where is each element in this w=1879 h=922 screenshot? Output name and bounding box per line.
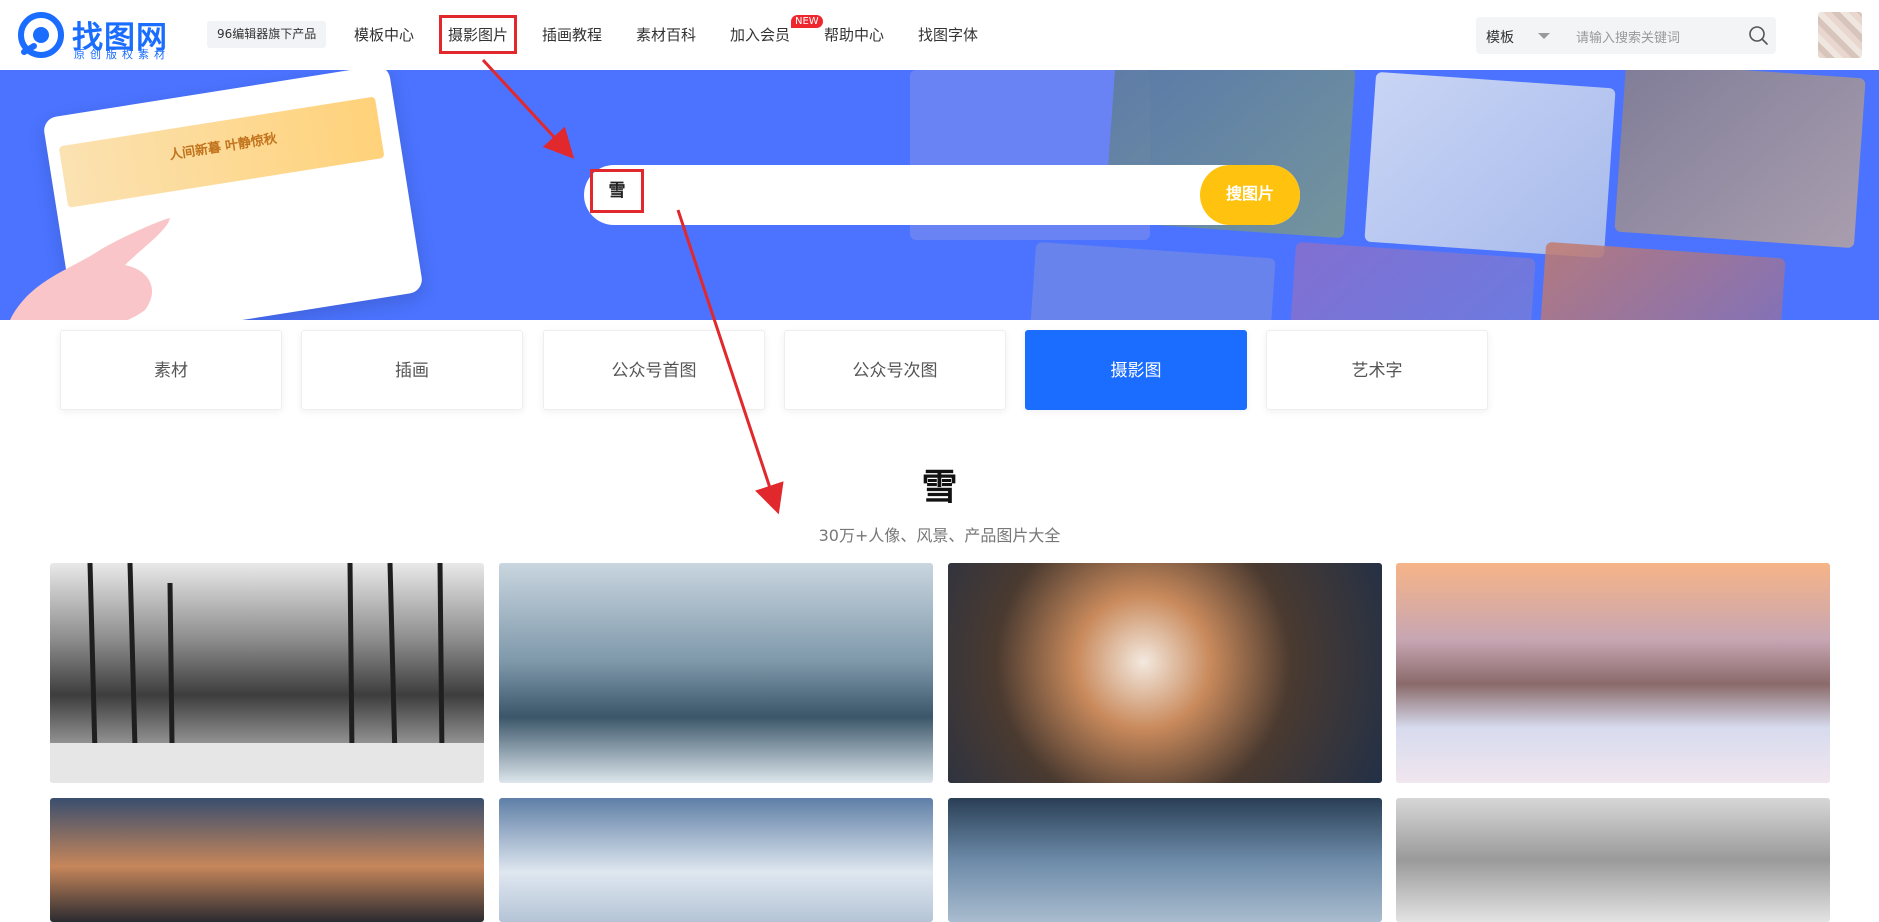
search-images-button[interactable]: 搜图片	[1200, 165, 1300, 225]
tab-wechat-secondary[interactable]: 公众号次图	[784, 330, 1006, 410]
main-search-input[interactable]: 雪	[590, 169, 644, 213]
tab-art-text[interactable]: 艺术字	[1266, 330, 1488, 410]
photo-card[interactable]	[1396, 798, 1830, 922]
product-tag[interactable]: 96编辑器旗下产品	[207, 21, 327, 48]
site-logo[interactable]: 找图网 原创版权素材	[18, 10, 178, 61]
logo-subtitle: 原创版权素材	[74, 48, 170, 61]
header-search: 模板 请输入搜索关键词	[1476, 17, 1776, 54]
nav-illustration-tutorial[interactable]: 插画教程	[542, 24, 602, 45]
photo-card[interactable]	[499, 563, 933, 783]
search-type-select[interactable]: 模板	[1486, 27, 1514, 47]
logo-icon	[18, 12, 64, 58]
collage-tile	[1614, 70, 1866, 249]
page-subtitle: 30万+人像、风景、产品图片大全	[818, 526, 1061, 545]
new-badge: NEW	[791, 15, 823, 28]
header-search-input[interactable]: 请输入搜索关键词	[1576, 27, 1680, 46]
photo-card[interactable]	[948, 563, 1382, 783]
avatar[interactable]	[1818, 12, 1862, 58]
photo-card[interactable]	[499, 798, 933, 922]
collage-tile	[1364, 71, 1616, 259]
main-search-bar: 雪 搜图片	[584, 165, 1300, 225]
collage-tile	[1284, 241, 1536, 320]
photo-card[interactable]	[50, 563, 484, 783]
collage-tile	[1024, 241, 1276, 320]
nav-help-center[interactable]: 帮助中心	[824, 24, 884, 45]
tab-material[interactable]: 素材	[60, 330, 282, 410]
top-header: 找图网 原创版权素材 96编辑器旗下产品 模板中心 摄影图片 插画教程 素材百科…	[0, 0, 1879, 70]
tab-photography[interactable]: 摄影图	[1025, 330, 1247, 410]
collage-tile	[1534, 241, 1786, 320]
photo-image	[50, 563, 484, 783]
nav-join-membership[interactable]: 加入会员	[730, 24, 790, 45]
photo-card[interactable]	[1396, 563, 1830, 783]
page-title: 雪	[921, 467, 958, 508]
nav-find-fonts[interactable]: 找图字体	[918, 24, 978, 45]
photo-card[interactable]	[50, 798, 484, 922]
tab-wechat-cover[interactable]: 公众号首图	[543, 330, 765, 410]
hero-banner: 人间新暮 叶静惊秋 雪 搜图片	[0, 70, 1879, 320]
nav-template-center[interactable]: 模板中心	[354, 24, 414, 45]
nav-photography[interactable]: 摄影图片	[438, 15, 518, 54]
nav-material-wiki[interactable]: 素材百科	[636, 24, 696, 45]
hand-illustration	[10, 218, 170, 320]
search-icon[interactable]	[1748, 25, 1769, 46]
chevron-down-icon[interactable]	[1538, 33, 1550, 39]
tab-illustration[interactable]: 插画	[301, 330, 523, 410]
photo-card[interactable]	[948, 798, 1382, 922]
